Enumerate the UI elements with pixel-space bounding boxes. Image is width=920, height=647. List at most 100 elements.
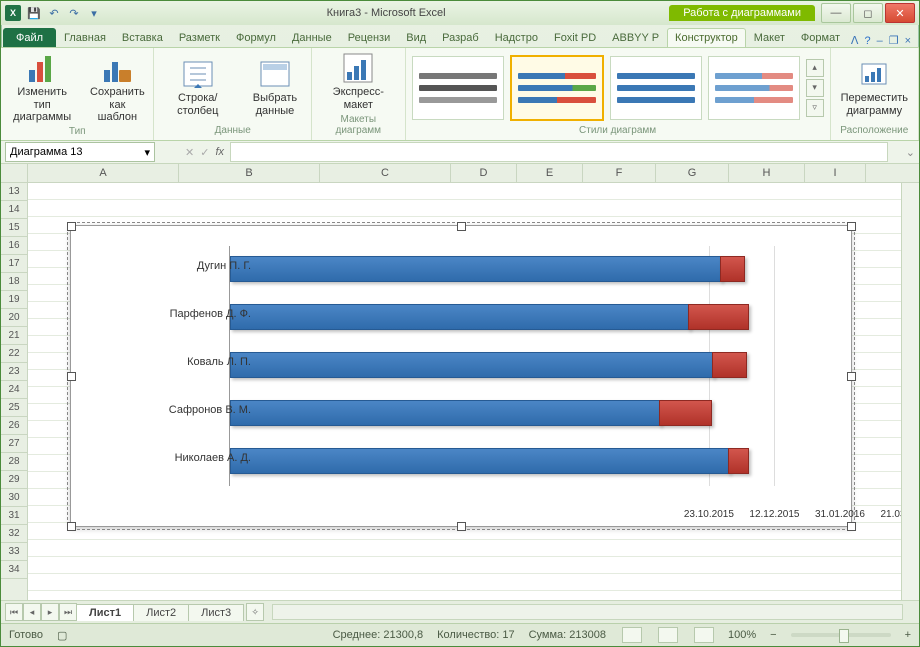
- plot-area[interactable]: [229, 246, 819, 486]
- chart-style-3[interactable]: [610, 56, 702, 120]
- enter-formula-icon[interactable]: ✓: [200, 146, 209, 159]
- styles-scroll-up-icon[interactable]: ▴: [806, 59, 824, 77]
- tab-page-layout[interactable]: Разметк: [171, 28, 228, 47]
- macro-record-icon[interactable]: ▢: [57, 629, 67, 642]
- redo-icon[interactable]: ↷: [65, 4, 83, 22]
- change-chart-type-button[interactable]: Изменить тип диаграммы: [7, 50, 77, 126]
- column-header-E[interactable]: E: [517, 164, 583, 182]
- formula-bar[interactable]: [230, 142, 888, 162]
- selection-handle[interactable]: [67, 522, 76, 531]
- new-sheet-icon[interactable]: ✧: [246, 603, 264, 621]
- tab-developer[interactable]: Разраб: [434, 28, 487, 47]
- column-header-G[interactable]: G: [656, 164, 729, 182]
- tab-chart-layout[interactable]: Макет: [746, 28, 793, 47]
- zoom-level[interactable]: 100%: [728, 629, 756, 641]
- namebox-dropdown-icon[interactable]: ▾: [144, 146, 150, 159]
- save-icon[interactable]: 💾: [25, 4, 43, 22]
- tab-view[interactable]: Вид: [398, 28, 434, 47]
- row-header-30[interactable]: 30: [1, 489, 27, 507]
- zoom-slider[interactable]: [791, 633, 891, 637]
- column-header-C[interactable]: C: [320, 164, 451, 182]
- select-all-corner[interactable]: [1, 164, 28, 183]
- column-header-A[interactable]: A: [28, 164, 179, 182]
- name-box[interactable]: Диаграмма 13▾: [5, 142, 155, 162]
- row-header-23[interactable]: 23: [1, 363, 27, 381]
- tab-file[interactable]: Файл: [3, 28, 56, 47]
- row-header-16[interactable]: 16: [1, 237, 27, 255]
- column-header-H[interactable]: H: [729, 164, 805, 182]
- chart-style-2[interactable]: [510, 55, 604, 121]
- view-page-layout-icon[interactable]: [658, 627, 678, 643]
- tab-addins[interactable]: Надстро: [487, 28, 546, 47]
- sheet-tab-2[interactable]: Лист2: [133, 604, 189, 621]
- tab-chart-format[interactable]: Формат: [793, 28, 848, 47]
- tab-formulas[interactable]: Формул: [228, 28, 284, 47]
- row-header-24[interactable]: 24: [1, 381, 27, 399]
- close-button[interactable]: ✕: [885, 3, 915, 23]
- chart-style-4[interactable]: [708, 56, 800, 120]
- selection-handle[interactable]: [457, 522, 466, 531]
- column-header-F[interactable]: F: [583, 164, 656, 182]
- zoom-in-icon[interactable]: +: [905, 629, 911, 641]
- column-header-D[interactable]: D: [451, 164, 517, 182]
- maximize-button[interactable]: ◻: [853, 3, 883, 23]
- row-header-22[interactable]: 22: [1, 345, 27, 363]
- row-header-13[interactable]: 13: [1, 183, 27, 201]
- row-header-26[interactable]: 26: [1, 417, 27, 435]
- row-header-33[interactable]: 33: [1, 543, 27, 561]
- quick-layout-button[interactable]: Экспресс-макет: [318, 50, 399, 113]
- sheet-nav-last-icon[interactable]: ⏭: [59, 603, 77, 621]
- doc-close-icon[interactable]: ×: [905, 35, 911, 47]
- column-header-B[interactable]: B: [179, 164, 320, 182]
- horizontal-scrollbar[interactable]: [272, 604, 903, 620]
- tab-review[interactable]: Рецензи: [340, 28, 399, 47]
- row-header-32[interactable]: 32: [1, 525, 27, 543]
- tab-foxit[interactable]: Foxit PD: [546, 28, 604, 47]
- row-header-25[interactable]: 25: [1, 399, 27, 417]
- sheet-nav-prev-icon[interactable]: ◂: [23, 603, 41, 621]
- styles-more-icon[interactable]: ▿: [806, 99, 824, 117]
- row-header-15[interactable]: 15: [1, 219, 27, 237]
- chart-style-1[interactable]: [412, 56, 504, 120]
- embedded-chart[interactable]: 23.10.201512.12.201531.01.201621.03.2016…: [70, 225, 852, 527]
- vertical-scrollbar[interactable]: [901, 183, 919, 600]
- tab-home[interactable]: Главная: [56, 28, 114, 47]
- selection-handle[interactable]: [847, 372, 856, 381]
- cell-grid[interactable]: 23.10.201512.12.201531.01.201621.03.2016…: [28, 183, 919, 600]
- row-header-19[interactable]: 19: [1, 291, 27, 309]
- row-header-21[interactable]: 21: [1, 327, 27, 345]
- selection-handle[interactable]: [847, 222, 856, 231]
- row-header-34[interactable]: 34: [1, 561, 27, 579]
- doc-minimize-icon[interactable]: –: [877, 35, 883, 47]
- expand-formula-bar-icon[interactable]: ⌄: [906, 146, 915, 159]
- tab-chart-design[interactable]: Конструктор: [667, 28, 746, 47]
- row-header-31[interactable]: 31: [1, 507, 27, 525]
- doc-restore-icon[interactable]: ❐: [889, 34, 899, 47]
- minimize-button[interactable]: —: [821, 3, 851, 23]
- move-chart-button[interactable]: Переместить диаграмму: [837, 56, 912, 119]
- selection-handle[interactable]: [67, 372, 76, 381]
- minimize-ribbon-icon[interactable]: ᐱ: [851, 34, 859, 47]
- row-header-20[interactable]: 20: [1, 309, 27, 327]
- sheet-nav-next-icon[interactable]: ▸: [41, 603, 59, 621]
- qat-dropdown-icon[interactable]: ▾: [85, 4, 103, 22]
- row-header-28[interactable]: 28: [1, 453, 27, 471]
- fx-icon[interactable]: fx: [215, 146, 224, 158]
- view-normal-icon[interactable]: [622, 627, 642, 643]
- select-data-button[interactable]: Выбрать данные: [245, 56, 305, 119]
- row-header-29[interactable]: 29: [1, 471, 27, 489]
- selection-handle[interactable]: [847, 522, 856, 531]
- selection-handle[interactable]: [67, 222, 76, 231]
- view-page-break-icon[interactable]: [694, 627, 714, 643]
- tab-data[interactable]: Данные: [284, 28, 340, 47]
- save-as-template-button[interactable]: Сохранить как шаблон: [87, 50, 147, 126]
- undo-icon[interactable]: ↶: [45, 4, 63, 22]
- switch-row-column-button[interactable]: Строка/столбец: [160, 56, 234, 119]
- row-header-18[interactable]: 18: [1, 273, 27, 291]
- sheet-tab-1[interactable]: Лист1: [76, 604, 134, 621]
- tab-abbyy[interactable]: ABBYY P: [604, 28, 667, 47]
- row-header-14[interactable]: 14: [1, 201, 27, 219]
- help-icon[interactable]: ?: [864, 35, 870, 47]
- row-header-17[interactable]: 17: [1, 255, 27, 273]
- styles-scroll-down-icon[interactable]: ▾: [806, 79, 824, 97]
